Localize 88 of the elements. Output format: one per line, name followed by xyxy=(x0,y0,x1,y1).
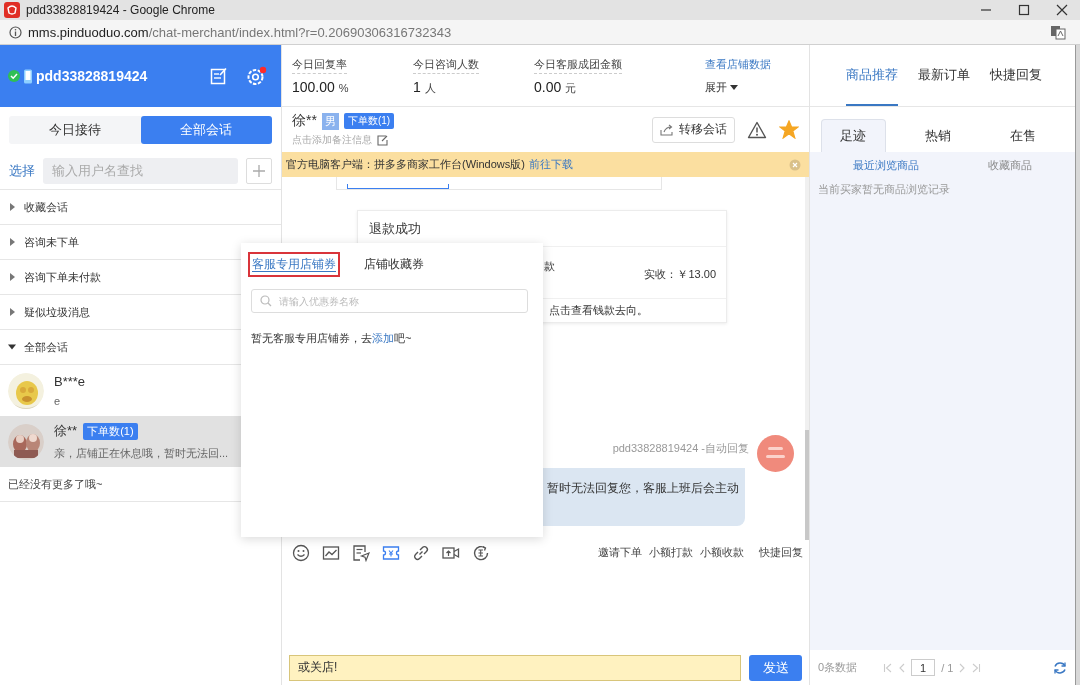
phone-icon xyxy=(23,68,33,84)
maximize-icon[interactable] xyxy=(1018,4,1030,16)
edit-icon[interactable] xyxy=(377,134,388,146)
stat-label: 今日回复率 xyxy=(292,57,347,74)
document-send-icon[interactable] xyxy=(352,543,370,562)
stat-unit: 元 xyxy=(565,81,577,96)
contact-name: B***e xyxy=(54,374,86,389)
product-tab[interactable]: 在售 xyxy=(990,119,1055,152)
stat-unit: 人 xyxy=(424,81,436,96)
group-label: 收藏会话 xyxy=(24,199,68,215)
card-title: 退款成功 xyxy=(369,219,421,238)
list-tab[interactable]: 最近浏览商品 xyxy=(852,158,919,173)
customer-name: 徐** xyxy=(292,112,317,130)
shop-data-link[interactable]: 查看店铺数据 xyxy=(705,57,771,72)
record-count: 0条数据 xyxy=(818,660,858,675)
product-tab[interactable]: 足迹 xyxy=(821,119,886,152)
edit-icon[interactable] xyxy=(210,67,228,85)
coupon-search-field[interactable]: 请输入优惠券名称 xyxy=(251,289,528,313)
download-link[interactable]: 前往下载 xyxy=(528,158,573,170)
caret-down-icon xyxy=(730,85,738,90)
image-icon[interactable] xyxy=(322,543,340,562)
panel-tab[interactable]: 最新订单 xyxy=(918,45,970,106)
stat-unit: % xyxy=(338,82,349,94)
plus-icon xyxy=(252,163,266,178)
window-title: pdd33828819424 - Google Chrome xyxy=(26,3,216,17)
account-name: pdd33828819424 xyxy=(36,68,149,84)
message-preview: e xyxy=(54,395,62,407)
search-icon xyxy=(260,295,272,307)
avatar-icon xyxy=(757,435,794,472)
quick-action-link[interactable]: 快捷回复 xyxy=(759,545,803,560)
quick-action-link[interactable]: 小额收款 xyxy=(700,545,744,560)
search-field[interactable]: 输入用户名查找 xyxy=(43,157,238,184)
group-label: 咨询下单未付款 xyxy=(24,269,101,285)
message-preview: 亲，店铺正在休息哦，暂时无法回... xyxy=(54,446,229,461)
coupon-tab[interactable]: 店铺收藏券 xyxy=(360,252,428,277)
session-tab[interactable]: 全部会话 xyxy=(140,115,272,144)
stat-value: 100.00 xyxy=(292,79,335,95)
group-label: 咨询未下单 xyxy=(24,234,79,250)
app-logo-icon xyxy=(4,2,20,18)
group-row[interactable]: 收藏会话 xyxy=(0,190,281,225)
gender-tag: 男 xyxy=(321,112,339,130)
send-button[interactable]: 发送 xyxy=(749,654,802,681)
panel-tab[interactable]: 快捷回复 xyxy=(990,45,1042,106)
close-icon[interactable] xyxy=(1056,4,1068,16)
list-end-text: 已经没有更多了哦~ xyxy=(8,476,103,492)
stat-label: 今日客服成团金额 xyxy=(534,57,622,74)
card-text: 款 xyxy=(544,259,555,274)
stat-label: 今日咨询人数 xyxy=(413,57,479,74)
stat-value: 1 xyxy=(413,79,421,95)
session-tab[interactable]: 今日接待 xyxy=(9,115,141,144)
scrollbar[interactable] xyxy=(805,177,809,540)
amount-text: 实收：￥13.00 xyxy=(644,267,716,282)
group-label: 疑似垃圾消息 xyxy=(24,304,90,320)
coupon-tab[interactable]: 客服专用店铺券 xyxy=(248,252,340,277)
transfer-button[interactable]: 转移会话 xyxy=(652,116,735,143)
sender-label: pdd33828819424 -自动回复 xyxy=(612,441,749,456)
smiley-icon[interactable] xyxy=(292,543,310,562)
add-link[interactable]: 添加 xyxy=(372,332,394,344)
circle-arrow-icon[interactable] xyxy=(472,543,490,562)
select-link[interactable]: 选择 xyxy=(9,161,35,180)
message-input[interactable]: 或关店! xyxy=(289,654,741,681)
link-icon[interactable] xyxy=(412,543,430,562)
expand-toggle[interactable]: 展开 xyxy=(705,80,771,95)
order-count-tag: 下单数(1) xyxy=(83,422,138,440)
ticket-icon[interactable] xyxy=(382,543,400,562)
warning-icon[interactable] xyxy=(747,120,767,139)
card-text: 点击查看钱款去向。 xyxy=(549,303,648,318)
empty-history-text: 当前买家暂无商品浏览记录 xyxy=(818,183,950,195)
order-count-tag: 下单数(1) xyxy=(343,113,395,129)
panel-tab[interactable]: 商品推荐 xyxy=(846,45,898,106)
group-label: 全部会话 xyxy=(24,339,68,355)
page-total: / 1 xyxy=(941,661,954,674)
product-tab[interactable]: 热销 xyxy=(905,119,971,152)
settings-icon[interactable] xyxy=(246,66,267,86)
page-input[interactable]: 1 xyxy=(911,659,936,676)
contact-name: 徐** xyxy=(54,422,78,440)
url-path[interactable]: /chat-merchant/index.html?r=0.20690306316732343 xyxy=(148,24,452,40)
star-icon[interactable] xyxy=(779,120,799,139)
quick-action-link[interactable]: 小额打款 xyxy=(649,545,693,560)
quick-action-link[interactable]: 邀请下单 xyxy=(598,545,642,560)
stat-value: 0.00 xyxy=(534,79,562,95)
refresh-icon[interactable] xyxy=(1053,660,1067,675)
translate-icon[interactable] xyxy=(1050,24,1066,40)
conversation-item[interactable]: B***e e xyxy=(0,365,281,416)
share-icon xyxy=(660,123,674,136)
info-icon[interactable] xyxy=(9,25,22,39)
url-host[interactable]: mms.pinduoduo.com xyxy=(28,24,149,40)
banner-text: 官方电脑客户端：拼多多商家工作台(Windows版) 前往下载 xyxy=(286,157,574,172)
